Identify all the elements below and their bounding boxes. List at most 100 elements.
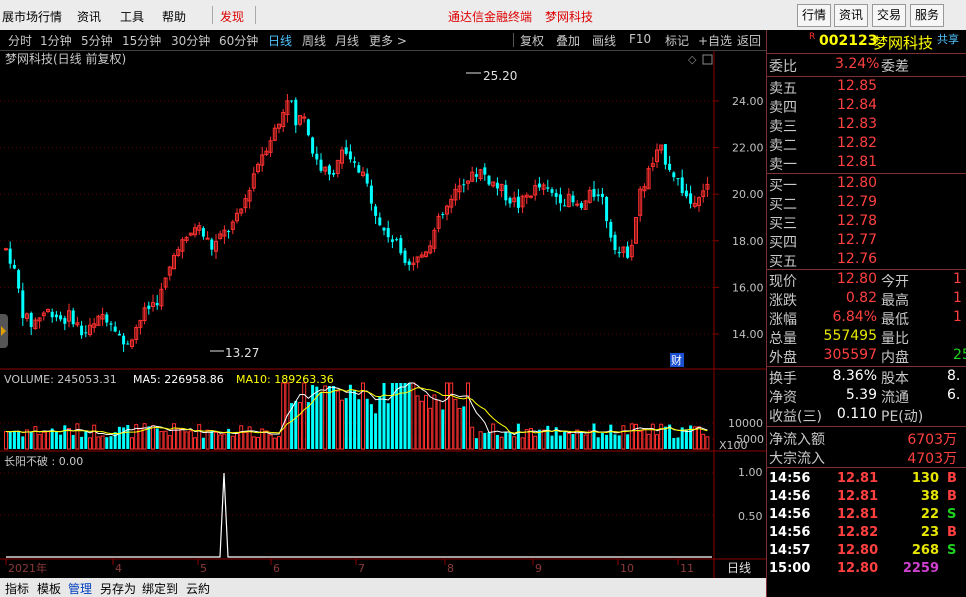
period-tab-15min[interactable]: 15分钟 — [122, 32, 161, 49]
draw-line-button[interactable]: 画线 — [592, 32, 616, 49]
volume-bar — [264, 430, 269, 450]
kline-chart[interactable]: 24.00 22.00 20.00 18.00 16.00 14.00 梦网科技(日线 前… — [0, 51, 766, 578]
candle-body — [596, 194, 600, 197]
volume-bar — [474, 438, 478, 449]
period-tab-weekly[interactable]: 周线 — [302, 32, 326, 49]
volume-bar — [46, 430, 50, 450]
ask-price[interactable]: 12.84 — [837, 97, 877, 113]
volume-bar — [193, 437, 197, 450]
ask-price[interactable]: 12.85 — [837, 78, 877, 94]
candle-body — [109, 323, 113, 325]
candle-body — [563, 205, 567, 207]
adjust-button[interactable]: 复权 — [520, 32, 544, 49]
candle-body — [8, 248, 12, 264]
month-label: 5 — [200, 562, 207, 575]
menu-help[interactable]: 帮助 — [162, 8, 186, 25]
period-tab-30min[interactable]: 30分钟 — [171, 32, 210, 49]
chart-title: 梦网科技(日线 前复权) — [5, 51, 126, 66]
mark-button[interactable]: 标记 — [665, 32, 689, 49]
menu-discover[interactable]: 发现 — [220, 8, 244, 25]
period-tab-60min[interactable]: 60分钟 — [219, 32, 258, 49]
f10-button[interactable]: F10 — [629, 32, 651, 46]
period-tab-daily[interactable]: 日线 — [268, 32, 292, 49]
menu-news[interactable]: 资讯 — [77, 8, 101, 25]
volume-bar — [508, 431, 512, 449]
ask-price[interactable]: 12.83 — [837, 116, 877, 132]
tick-price: 12.80 — [837, 561, 879, 576]
stat-label: 现价 — [769, 274, 797, 290]
bid-price[interactable]: 12.80 — [837, 175, 877, 191]
volume-bar — [487, 432, 491, 449]
candle-body — [575, 203, 580, 206]
period-tab-1min[interactable]: 1分钟 — [40, 32, 72, 49]
volume-bar — [268, 434, 273, 450]
overlay-button[interactable]: 叠加 — [556, 32, 580, 49]
ask-price[interactable]: 12.82 — [837, 135, 877, 151]
info-button[interactable]: 资讯 — [834, 4, 869, 27]
stat-value: 305597 — [823, 347, 877, 363]
bid-price[interactable]: 12.76 — [837, 251, 877, 267]
stat-label: 外盘 — [769, 350, 797, 366]
indicator-tab-bar: 指标 模板 管理 另存为 绑定到 云約 — [0, 578, 766, 597]
volume-bar — [298, 402, 302, 450]
volume-bar — [592, 423, 596, 449]
window-icon[interactable] — [702, 54, 713, 65]
save-as-tab[interactable]: 另存为 — [100, 580, 136, 597]
bid-price[interactable]: 12.79 — [837, 194, 877, 210]
tick-side: B — [947, 471, 957, 486]
bid-price[interactable]: 12.78 — [837, 213, 877, 229]
stat-label: PE(动) — [881, 409, 924, 425]
bind-to-tab[interactable]: 绑定到 — [142, 580, 178, 597]
candle-body — [227, 231, 231, 233]
quote-panel: R 002123 梦网科技 共享 委比 3.24% 委差 卖五 12.85 卖四 12… — [766, 30, 966, 597]
chart-area[interactable]: 24.00 22.00 20.00 18.00 16.00 14.00 梦网科技(日线 前… — [0, 51, 766, 597]
add-watchlist-button[interactable]: +自选 — [698, 32, 732, 49]
finance-badge[interactable]: 财 — [671, 353, 682, 367]
bid-label: 买三 — [769, 216, 797, 232]
back-button[interactable]: 返回 — [737, 32, 761, 49]
indicator-tab[interactable]: 指标 — [5, 580, 29, 597]
ask-price[interactable]: 12.81 — [837, 154, 877, 170]
candle-body — [462, 184, 466, 186]
menu-market[interactable]: 展市场行情 — [2, 8, 62, 25]
cloud-tab[interactable]: 云約 — [186, 580, 210, 597]
period-tab-5min[interactable]: 5分钟 — [81, 32, 113, 49]
stat-value: 557495 — [823, 328, 877, 344]
candle-body — [84, 332, 88, 334]
template-tab[interactable]: 模板 — [37, 580, 61, 597]
ask-label: 卖一 — [769, 157, 797, 173]
volume-bar — [676, 437, 680, 449]
bid-price[interactable]: 12.77 — [837, 232, 877, 248]
volume-ma-lines — [5, 382, 708, 437]
volume-bar — [25, 429, 29, 450]
indicator-label: 长阳不破 : 0.00 — [4, 454, 83, 468]
share-link[interactable]: 共享 — [937, 31, 959, 47]
flow-value: 4703万 — [907, 451, 957, 467]
candle-body — [210, 239, 214, 250]
price-tick-label: 20.00 — [732, 188, 764, 201]
diamond-icon[interactable]: ◇ — [688, 53, 697, 66]
stat-value: 5.39 — [845, 387, 877, 403]
volume-bar — [159, 431, 164, 450]
period-tab-intraday[interactable]: 分时 — [8, 32, 32, 49]
tick-row: 15:00 12.80 2259 — [767, 561, 966, 580]
candle-body — [495, 182, 499, 189]
volume-bar — [88, 437, 92, 450]
trade-button[interactable]: 交易 — [872, 4, 907, 27]
webi-row: 委比 3.24% 委差 — [767, 56, 966, 75]
tick-row: 14:56 12.81 22 S — [767, 507, 966, 526]
volume-bar — [117, 426, 121, 449]
period-tab-more[interactable]: 更多 > — [369, 32, 407, 49]
tick-time: 14:56 — [769, 489, 811, 504]
volume-bar — [483, 432, 487, 449]
manage-tab[interactable]: 管理 — [68, 580, 92, 597]
collapse-handle[interactable] — [0, 314, 8, 348]
candle-body — [12, 264, 16, 269]
volume-bar — [609, 424, 613, 449]
quote-button[interactable]: 行情 — [797, 4, 832, 27]
volume-bar — [436, 399, 441, 450]
service-button[interactable]: 服务 — [910, 4, 945, 27]
period-tab-monthly[interactable]: 月线 — [335, 32, 359, 49]
menu-tools[interactable]: 工具 — [120, 8, 144, 25]
volume-bar — [33, 426, 38, 450]
